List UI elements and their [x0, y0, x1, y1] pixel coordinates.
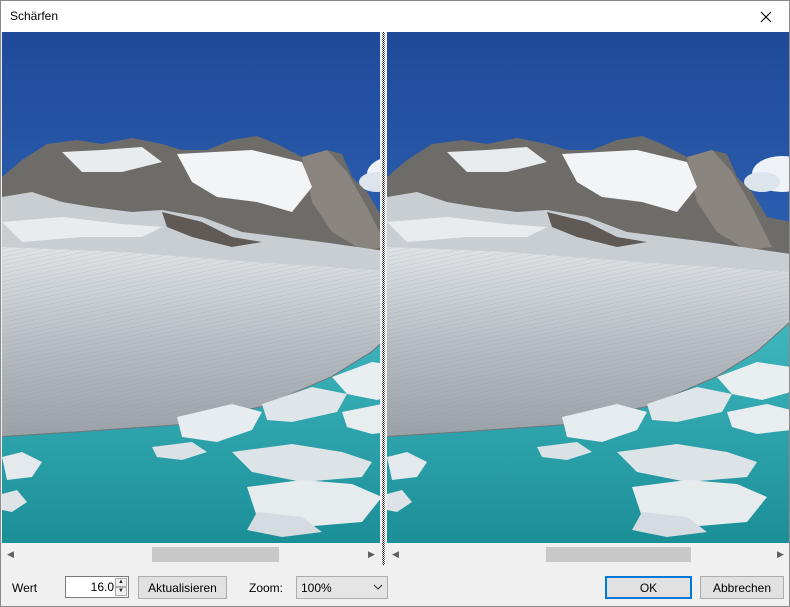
- sharpen-dialog: Schärfen ◀ ▶ ◀ ▶ Wert 16.0 ▲ ▼ Aktualisi…: [0, 0, 790, 607]
- scroll-right-arrow-icon[interactable]: ▶: [772, 544, 789, 565]
- zoom-value: 100%: [301, 581, 332, 595]
- original-preview[interactable]: [2, 32, 380, 543]
- left-horizontal-scrollbar[interactable]: ◀ ▶: [2, 544, 380, 565]
- cancel-button[interactable]: Abbrechen: [700, 576, 784, 599]
- scroll-left-arrow-icon[interactable]: ◀: [2, 544, 19, 565]
- refresh-button[interactable]: Aktualisieren: [138, 576, 227, 599]
- spin-down-icon[interactable]: ▼: [115, 587, 127, 596]
- scroll-left-arrow-icon[interactable]: ◀: [387, 544, 404, 565]
- spin-up-icon[interactable]: ▲: [115, 578, 127, 587]
- scroll-right-arrow-icon[interactable]: ▶: [363, 544, 380, 565]
- sharpened-photo: [387, 32, 789, 543]
- sharpened-preview[interactable]: [387, 32, 789, 543]
- value-input[interactable]: [66, 577, 116, 597]
- scrollbar-thumb[interactable]: [546, 547, 691, 562]
- value-label: Wert: [12, 581, 38, 595]
- window-title: Schärfen: [10, 9, 59, 23]
- ok-button[interactable]: OK: [605, 576, 692, 599]
- title-bar: Schärfen: [1, 1, 789, 32]
- chevron-down-icon: [373, 584, 383, 590]
- zoom-label: Zoom:: [249, 581, 284, 595]
- original-photo: [2, 32, 380, 543]
- right-horizontal-scrollbar[interactable]: ◀ ▶: [387, 544, 789, 565]
- value-spinbox[interactable]: ▲ ▼: [65, 576, 129, 598]
- zoom-select[interactable]: 100%: [296, 576, 388, 599]
- control-bar: Wert ▲ ▼ Aktualisieren Zoom: 100% OK Abb…: [1, 566, 789, 606]
- scrollbar-thumb[interactable]: [152, 547, 279, 562]
- preview-splitter[interactable]: [380, 32, 387, 565]
- close-button[interactable]: [743, 1, 789, 32]
- close-icon: [760, 11, 772, 22]
